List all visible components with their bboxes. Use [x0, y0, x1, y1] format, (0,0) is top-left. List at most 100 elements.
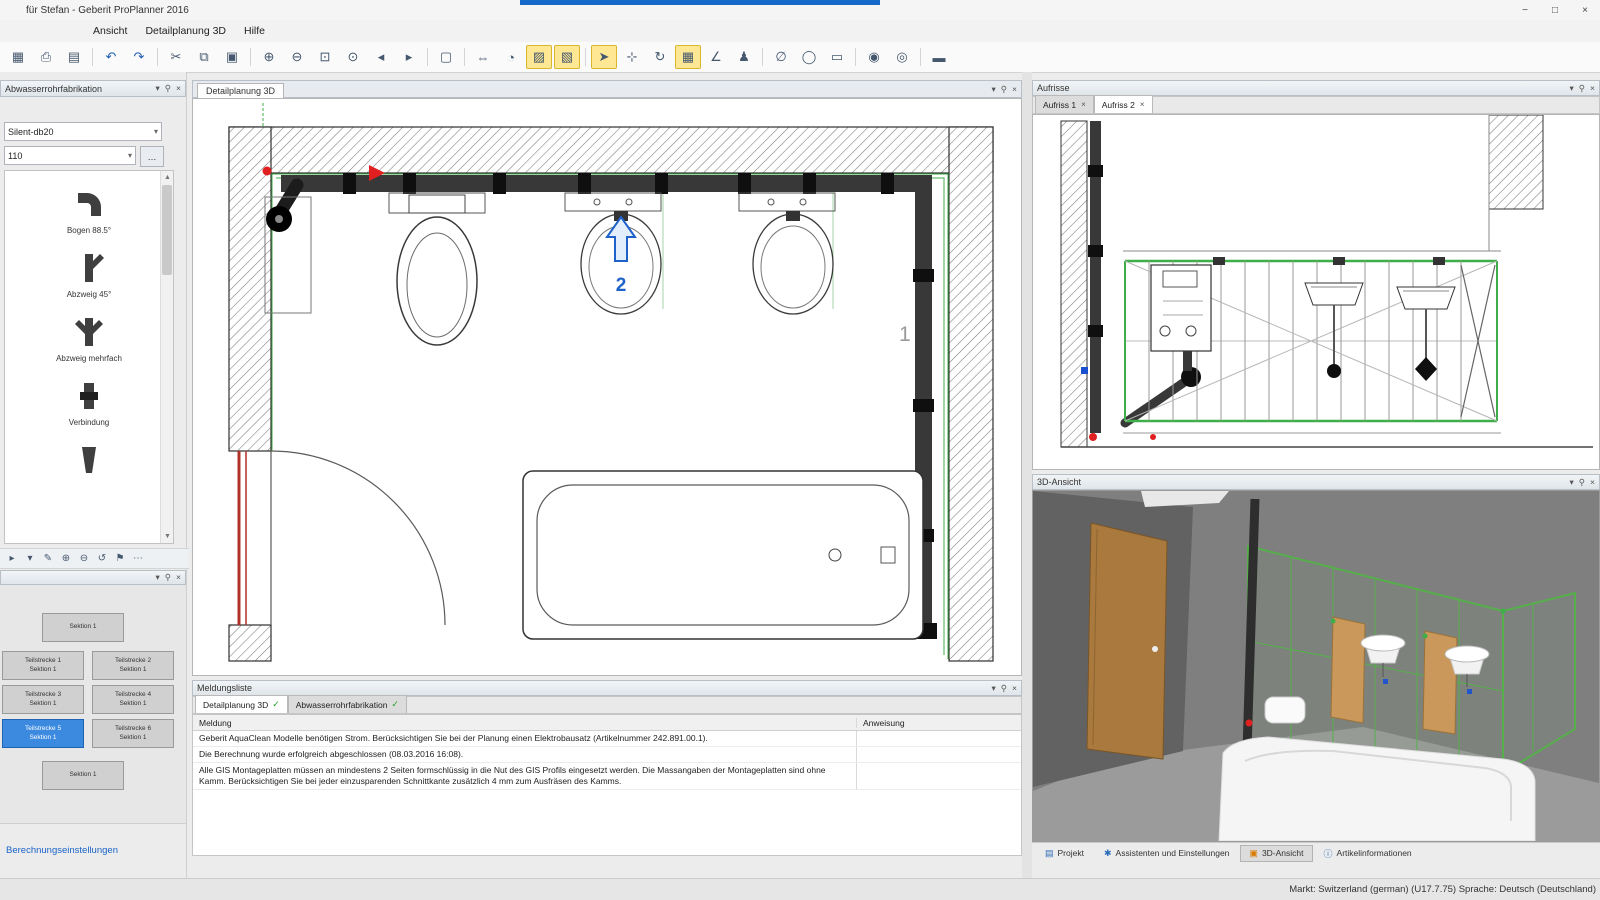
column-meldung[interactable]: Meldung	[193, 718, 857, 728]
tool-select-icon[interactable]: ▸	[3, 551, 21, 567]
elevation-canvas[interactable]	[1032, 114, 1600, 470]
panel-menu-icon[interactable]: ▾	[992, 683, 996, 694]
list-item[interactable]: Abzweig 45°	[5, 249, 173, 299]
list-item[interactable]: Abzweig mehrfach	[5, 313, 173, 363]
measure-angle-button[interactable]: ∠	[703, 45, 729, 69]
calculation-settings-link[interactable]: Berechnungseinstellungen	[6, 845, 118, 856]
section-block[interactable]: Teilstrecke 2 Sektion 1	[92, 651, 174, 680]
pan-button[interactable]: ⇔	[470, 45, 496, 69]
basin-element[interactable]	[1397, 287, 1455, 381]
walkthrough-person-button[interactable]: ♟	[731, 45, 757, 69]
zoom-in-button[interactable]: ⊕	[256, 45, 282, 69]
column-anweisung[interactable]: Anweisung	[857, 718, 1021, 728]
pin-icon[interactable]: ⚲	[165, 572, 171, 583]
washbasin-symbol[interactable]	[753, 211, 833, 314]
view3d-canvas[interactable]	[1032, 490, 1600, 842]
close-button[interactable]: ×	[1570, 0, 1600, 20]
table-row[interactable]: Die Berechnung wurde erfolgreich abgesch…	[193, 747, 1021, 763]
pin-icon[interactable]: ⚲	[1579, 83, 1585, 94]
close-icon[interactable]: ×	[1012, 683, 1017, 694]
scroll-down-icon[interactable]: ▼	[161, 530, 174, 543]
fitting-ring-button[interactable]: ◯	[796, 45, 822, 69]
select-pointer-button[interactable]: ➤	[591, 45, 617, 69]
section-block[interactable]: Teilstrecke 4 Sektion 1	[92, 685, 174, 714]
list-item[interactable]: Bogen 88.5°	[5, 185, 173, 235]
panel-menu-icon[interactable]: ▾	[156, 83, 160, 94]
selection-window-button[interactable]: ▢	[433, 45, 459, 69]
tool-refresh-icon[interactable]: ↺	[93, 551, 111, 567]
menu-hilfe[interactable]: Hilfe	[235, 23, 274, 39]
report-button[interactable]: ▤	[61, 45, 87, 69]
rotate-element-button[interactable]: ↻	[647, 45, 673, 69]
undo-button[interactable]: ↶	[98, 45, 124, 69]
minimize-button[interactable]: −	[1510, 0, 1540, 20]
tool-more-icon[interactable]: ⋯	[129, 551, 147, 567]
visibility-3d-button[interactable]: ▧	[554, 45, 580, 69]
paste-button[interactable]: ▣	[219, 45, 245, 69]
tab-3d-ansicht[interactable]: ▣ 3D-Ansicht	[1240, 845, 1312, 862]
tool-add-icon[interactable]: ⊕	[57, 551, 75, 567]
copy-button[interactable]: ⧉	[191, 45, 217, 69]
tool-remove-icon[interactable]: ⊖	[75, 551, 93, 567]
close-icon[interactable]: ×	[176, 83, 181, 94]
scrollbar-thumb[interactable]	[162, 185, 172, 275]
move-element-button[interactable]: ⊹	[619, 45, 645, 69]
zoom-window-button[interactable]: ⊡	[312, 45, 338, 69]
pipe-system-select[interactable]: Silent-db20 ▾	[4, 122, 162, 141]
catalog-scrollbar[interactable]: ▲ ▼	[160, 171, 173, 543]
fitting-straight-button[interactable]: ∅	[768, 45, 794, 69]
cut-button[interactable]: ✂	[163, 45, 189, 69]
list-item[interactable]	[5, 441, 173, 482]
elevation-drawing[interactable]	[1033, 115, 1599, 469]
plan-document-tab[interactable]: Detailplanung 3D	[197, 83, 284, 98]
view3d-rendering[interactable]	[1033, 491, 1599, 841]
close-icon[interactable]: ×	[1590, 477, 1595, 488]
section-block[interactable]: Teilstrecke 6 Sektion 1	[92, 719, 174, 748]
fitting-catalog-list[interactable]: Bogen 88.5° Abzweig 45° Abzweig mehrfach…	[4, 170, 174, 544]
door-3d[interactable]	[1087, 523, 1167, 759]
close-icon[interactable]: ×	[176, 572, 181, 583]
pin-icon[interactable]: ⚲	[165, 83, 171, 94]
tool-expand-icon[interactable]: ▾	[21, 551, 39, 567]
orbit-button[interactable]: ◔	[498, 45, 524, 69]
menu-ansicht[interactable]: Ansicht	[84, 23, 136, 39]
panel-menu-icon[interactable]: ▾	[992, 84, 996, 95]
vertical-splitter[interactable]	[1022, 72, 1032, 878]
bathtub-symbol[interactable]	[523, 471, 923, 639]
lock-a-button[interactable]: ◉	[861, 45, 887, 69]
zoom-next-button[interactable]: ▸	[396, 45, 422, 69]
tab-artikelinformationen[interactable]: ⓘ Artikelinformationen	[1315, 844, 1421, 863]
fitting-sleeve-button[interactable]: ▭	[824, 45, 850, 69]
visibility-2d-button[interactable]: ▨	[526, 45, 552, 69]
panel-menu-icon[interactable]: ▾	[1570, 83, 1574, 94]
close-icon[interactable]: ×	[1012, 84, 1017, 95]
zoom-previous-button[interactable]: ◂	[368, 45, 394, 69]
scroll-up-icon[interactable]: ▲	[161, 171, 174, 184]
close-icon[interactable]: ×	[1590, 83, 1595, 94]
zoom-out-button[interactable]: ⊖	[284, 45, 310, 69]
floor-plan-drawing[interactable]: 2 1	[193, 99, 1021, 675]
pin-icon[interactable]: ⚲	[1579, 477, 1585, 488]
snap-grid-button[interactable]: ▦	[675, 45, 701, 69]
tab-aufriss-1[interactable]: Aufriss 1 ×	[1035, 95, 1094, 113]
panel-menu-icon[interactable]: ▾	[156, 572, 160, 583]
mounting-panel[interactable]	[1423, 631, 1457, 734]
mounting-panel[interactable]	[1331, 617, 1365, 723]
close-icon[interactable]: ×	[1081, 100, 1086, 109]
table-row[interactable]: Alle GIS Montageplatten müssen an mindes…	[193, 763, 1021, 790]
tab-aufriss-2[interactable]: Aufriss 2 ×	[1094, 95, 1153, 113]
section-block[interactable]: Teilstrecke 3 Sektion 1	[2, 685, 84, 714]
dimension-button[interactable]: ▬	[926, 45, 952, 69]
floor-plan-canvas[interactable]: 2 1	[192, 98, 1022, 676]
zoom-all-button[interactable]: ⊙	[340, 45, 366, 69]
diameter-browse-button[interactable]: …	[140, 146, 164, 167]
toilet-3d[interactable]	[1265, 697, 1305, 723]
tab-assistenten-und-einstellungen[interactable]: ✱ Assistenten und Einstellungen	[1095, 845, 1238, 862]
tool-flag-icon[interactable]: ⚑	[111, 551, 129, 567]
maximize-button[interactable]: □	[1540, 0, 1570, 20]
door-symbol[interactable]	[239, 451, 445, 625]
list-item[interactable]: Verbindung	[5, 377, 173, 427]
tab-detailplanung-3d[interactable]: Detailplanung 3D ✓	[195, 695, 288, 713]
basin-element[interactable]	[1305, 283, 1363, 378]
menu-detailplanung-3d[interactable]: Detailplanung 3D	[136, 23, 235, 39]
